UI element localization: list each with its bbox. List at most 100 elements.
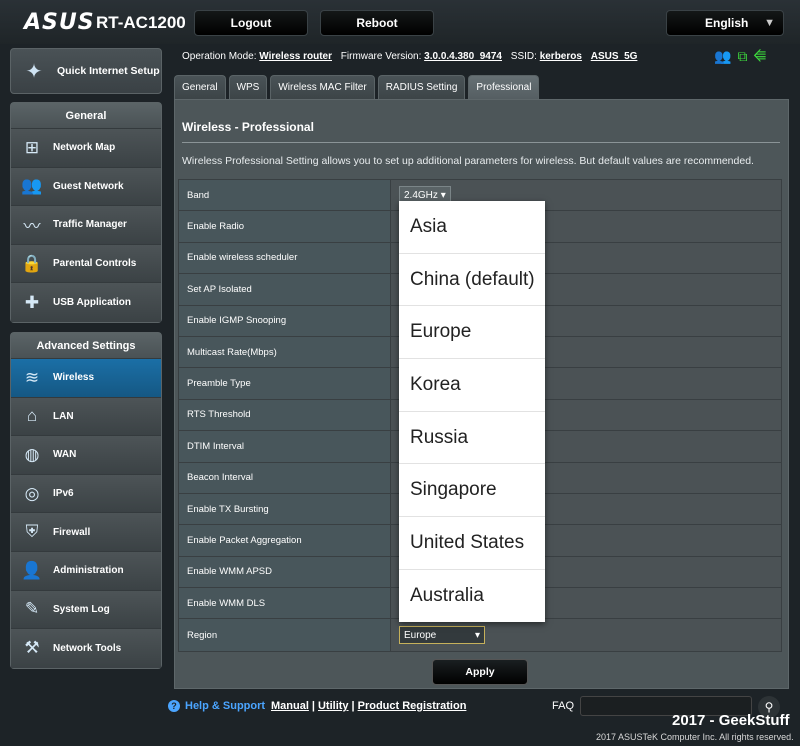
sidebar-item-system-log[interactable]: ✎ System Log — [11, 590, 161, 630]
chevron-down-icon: ▾ — [440, 189, 446, 201]
help-support-link[interactable]: ? Help & Support — [168, 700, 265, 712]
usb-icon[interactable]: ⭅ — [753, 48, 766, 65]
setting-label: Multicast Rate(Mbps) — [179, 336, 391, 368]
administration-icon: 👤 — [21, 560, 43, 580]
footer-links: Manual | Utility | Product Registration — [271, 700, 467, 712]
sidebar-item-label: Administration — [53, 565, 124, 577]
page-title: Wireless - Professional — [182, 120, 314, 134]
sidebar-item-label: LAN — [53, 410, 74, 422]
setting-label: Beacon Interval — [179, 462, 391, 493]
sidebar-item-network-tools[interactable]: ⚒ Network Tools — [11, 629, 161, 668]
watermark: 2017 - GeekStuff — [672, 712, 790, 729]
region-select[interactable]: Europe ▾ — [399, 626, 485, 645]
firmware-link[interactable]: 3.0.0.4.380_9474 — [424, 51, 502, 62]
language-select[interactable]: English ▼ — [666, 10, 784, 36]
sidebar-item-wan[interactable]: ◍ WAN — [11, 436, 161, 475]
quick-internet-setup-button[interactable]: ✦ Quick Internet Setup — [10, 48, 162, 94]
footer: ? Help & Support Manual | Utility | Product … — [0, 692, 800, 746]
region-option[interactable]: Europe — [399, 306, 545, 360]
tab-bar: General WPS Wireless MAC Filter RADIUS S… — [174, 75, 540, 99]
chevron-down-icon: ▾ — [474, 629, 480, 641]
setting-label: Enable Radio — [179, 211, 391, 242]
firewall-icon: ⛨ — [25, 522, 39, 542]
tab-professional[interactable]: Professional — [468, 75, 540, 99]
sidebar-item-usb-application[interactable]: ✚ USB Application — [11, 283, 161, 322]
product-registration-link[interactable]: Product Registration — [358, 700, 467, 712]
clients-icon[interactable]: 👥 — [714, 48, 731, 65]
sidebar-item-label: Network Map — [53, 142, 116, 154]
top-bar: ASUS RT-AC1200 Logout Reboot English ▼ — [0, 0, 800, 44]
traffic-manager-icon: 〰 — [23, 217, 41, 237]
sidebar-advanced-heading: Advanced Settings — [11, 333, 161, 359]
region-option[interactable]: Australia — [399, 570, 545, 623]
manual-link[interactable]: Manual — [271, 700, 309, 712]
sidebar-item-label: System Log — [53, 603, 110, 615]
sidebar-item-traffic-manager[interactable]: 〰 Traffic Manager — [11, 206, 161, 245]
sidebar-item-network-map[interactable]: ⊞ Network Map — [11, 129, 161, 168]
status-icons: 👥 ⧉ ⭅ — [714, 48, 766, 65]
setting-label: Enable IGMP Snooping — [179, 305, 391, 336]
utility-link[interactable]: Utility — [318, 700, 349, 712]
setting-label: Preamble Type — [179, 368, 391, 399]
sidebar-item-label: USB Application — [53, 297, 131, 309]
sidebar-item-lan[interactable]: ⌂ LAN — [11, 397, 161, 437]
help-icon: ? — [168, 700, 180, 712]
chevron-down-icon: ▼ — [764, 17, 775, 29]
region-dropdown-list: Asia China (default) Europe Korea Russia… — [399, 201, 545, 622]
sidebar-item-parental-controls[interactable]: 🔒 Parental Controls — [11, 244, 161, 284]
region-label: Region — [179, 619, 391, 651]
setting-label: Enable WMM DLS — [179, 588, 391, 619]
band-label: Band — [179, 180, 391, 211]
sidebar-item-label: Firewall — [53, 526, 91, 538]
sidebar-item-firewall[interactable]: ⛨ Firewall — [11, 513, 161, 552]
sidebar-advanced: Advanced Settings ≋ Wireless ⌂ LAN ◍ WAN… — [10, 332, 162, 669]
usb-application-icon: ✚ — [24, 292, 40, 312]
wan-icon: ◍ — [24, 444, 40, 464]
region-option[interactable]: Korea — [399, 359, 545, 412]
setting-label: Enable WMM APSD — [179, 556, 391, 588]
guest-network-icon: 👥 — [21, 176, 43, 196]
tab-wps[interactable]: WPS — [228, 75, 268, 99]
language-label: English — [705, 16, 749, 30]
setting-label: Enable TX Bursting — [179, 493, 391, 525]
internet-status-icon[interactable]: ⧉ — [737, 48, 747, 65]
setting-label: RTS Threshold — [179, 399, 391, 431]
system-log-icon: ✎ — [24, 599, 40, 619]
help-label: Help & Support — [185, 700, 266, 712]
sidebar-item-administration[interactable]: 👤 Administration — [11, 551, 161, 591]
band-value: 2.4GHz — [404, 189, 438, 201]
tab-radius-setting[interactable]: RADIUS Setting — [377, 75, 466, 99]
parental-controls-icon: 🔒 — [21, 253, 43, 273]
title-divider — [182, 142, 780, 143]
tab-general[interactable]: General — [174, 75, 226, 99]
region-option[interactable]: China (default) — [399, 254, 545, 307]
region-value: Europe — [404, 629, 437, 641]
qis-label: Quick Internet Setup — [57, 65, 160, 77]
setting-label: Enable wireless scheduler — [179, 242, 391, 274]
sidebar-item-label: Parental Controls — [53, 258, 137, 270]
op-mode-link[interactable]: Wireless router — [259, 51, 332, 62]
apply-button[interactable]: Apply — [432, 659, 528, 685]
sidebar-item-label: WAN — [53, 449, 77, 461]
region-option[interactable]: Russia — [399, 412, 545, 465]
tab-wireless-mac-filter[interactable]: Wireless MAC Filter — [270, 75, 375, 99]
sidebar-item-label: Traffic Manager — [53, 219, 127, 231]
sidebar-general: General ⊞ Network Map 👥 Guest Network 〰 … — [10, 102, 162, 323]
lan-icon: ⌂ — [26, 406, 38, 426]
reboot-button[interactable]: Reboot — [320, 10, 434, 36]
logout-button[interactable]: Logout — [194, 10, 308, 36]
ipv6-icon: ◎ — [24, 483, 40, 503]
region-option[interactable]: Asia — [399, 201, 545, 254]
copyright: 2017 ASUSTeK Computer Inc. All rights re… — [596, 732, 794, 742]
sidebar-item-wireless[interactable]: ≋ Wireless — [11, 359, 161, 398]
network-tools-icon: ⚒ — [24, 638, 40, 658]
ssid-2g-link[interactable]: kerberos — [540, 51, 582, 62]
sidebar-item-label: Guest Network — [53, 180, 124, 192]
region-option[interactable]: United States — [399, 517, 545, 570]
sidebar-item-ipv6[interactable]: ◎ IPv6 — [11, 474, 161, 514]
region-option[interactable]: Singapore — [399, 464, 545, 518]
setting-label: DTIM Interval — [179, 431, 391, 462]
sidebar-item-guest-network[interactable]: 👥 Guest Network — [11, 167, 161, 207]
setting-label: Set AP Isolated — [179, 274, 391, 305]
ssid-5g-link[interactable]: ASUS_5G — [591, 51, 638, 62]
